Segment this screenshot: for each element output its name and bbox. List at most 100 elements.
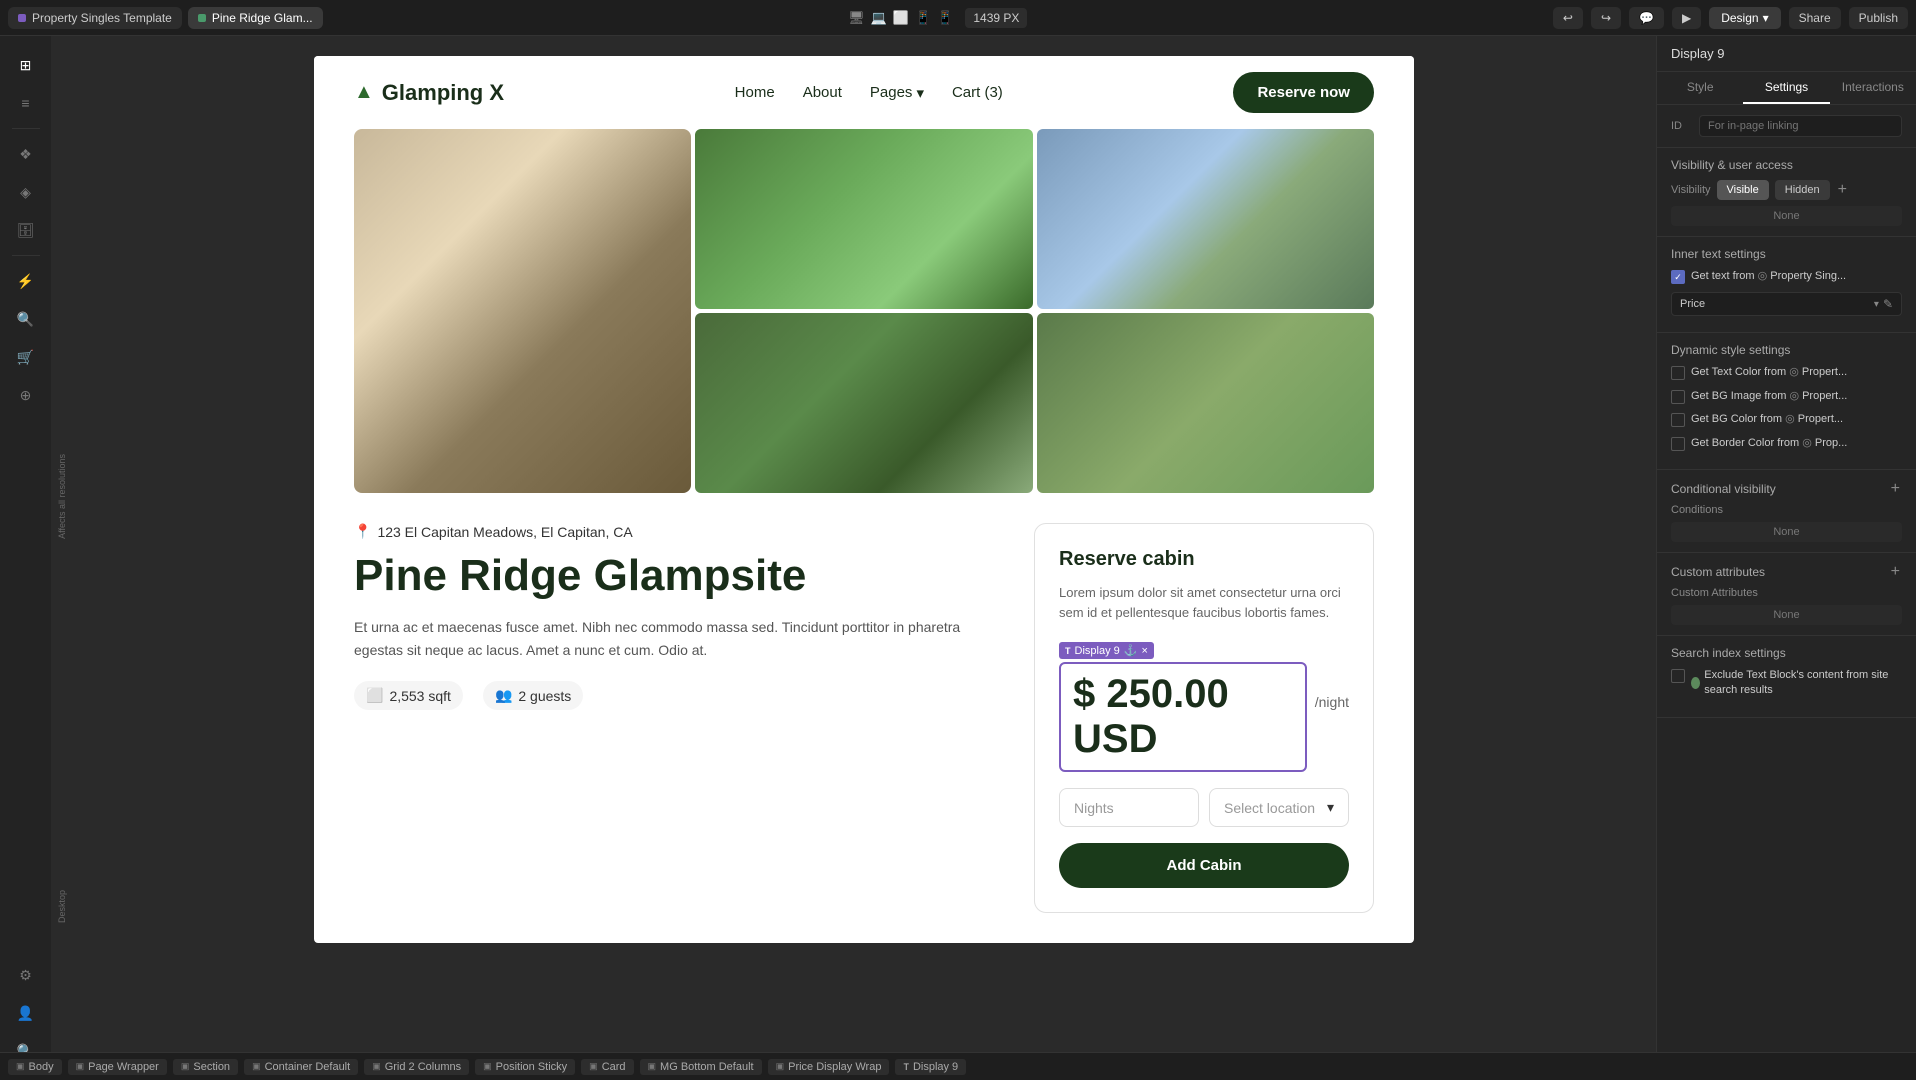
property-description: Et urna ac et maecenas fusce amet. Nibh … [354, 616, 994, 661]
exclude-search-label: Exclude Text Block's content from site s… [1704, 668, 1902, 699]
rail-interactions-icon[interactable]: ⚡ [10, 265, 42, 297]
badge-close-icon[interactable]: × [1141, 645, 1147, 657]
breadcrumb-price-wrap[interactable]: ▣ Price Display Wrap [768, 1059, 890, 1075]
visibility-add-button[interactable]: + [1836, 181, 1849, 199]
mg-label: MG Bottom Default [660, 1061, 754, 1073]
tab-property-singles[interactable]: Property Singles Template [8, 7, 182, 29]
cond-vis-none: None [1671, 522, 1902, 542]
rail-user-icon[interactable]: 👤 [10, 997, 42, 1029]
dropdown-value: Price [1680, 298, 1870, 310]
laptop-icon[interactable]: 💻 [871, 10, 887, 26]
section-label: Section [193, 1061, 230, 1073]
design-mode-button[interactable]: Design ▾ [1709, 7, 1780, 29]
tablet-landscape-icon[interactable]: ⬜ [893, 10, 909, 26]
gallery-cell-1 [695, 129, 1032, 309]
rail-cms-icon[interactable]: 🗄 [10, 214, 42, 246]
booking-description: Lorem ipsum dolor sit amet consectetur u… [1059, 583, 1349, 622]
reserve-button[interactable]: Reserve now [1233, 72, 1374, 113]
comment-button[interactable]: 💬 [1629, 7, 1664, 29]
left-rail: ⊞ ≡ ❖ ◈ 🗄 ⚡ 🔍 🛒 ⊕ ⚙ 👤 🔍 [0, 36, 52, 1080]
rail-divider-2 [12, 255, 40, 256]
panel-header: Display 9 [1657, 36, 1916, 72]
body-icon: ▣ [16, 1061, 25, 1072]
rail-apps-icon[interactable]: ⊕ [10, 379, 42, 411]
badge-label: Display 9 [1075, 645, 1120, 657]
preview-button[interactable]: ▶ [1672, 7, 1701, 29]
mg-icon: ▣ [648, 1061, 657, 1072]
breadcrumb-section[interactable]: ▣ Section [173, 1059, 238, 1075]
breadcrumb-container[interactable]: ▣ Container Default [244, 1059, 358, 1075]
id-input[interactable] [1699, 115, 1902, 137]
location-input[interactable]: Select location ▾ [1209, 788, 1349, 827]
breadcrumb-card[interactable]: ▣ Card [581, 1059, 633, 1075]
canvas-area[interactable]: ▲ Glamping X Home About Pages ▾ Cart (3)… [72, 36, 1656, 1080]
add-cabin-button[interactable]: Add Cabin [1059, 843, 1349, 888]
nav-home[interactable]: Home [735, 84, 775, 101]
affects-label: Affects all resolutions [57, 454, 67, 539]
nav-links: Home About Pages ▾ Cart (3) [735, 84, 1003, 102]
breadcrumb-body[interactable]: ▣ Body [8, 1059, 62, 1075]
tablet-portrait-icon[interactable]: 📱 [915, 10, 931, 26]
nights-input[interactable]: Nights [1059, 788, 1199, 827]
rail-components-icon[interactable]: ❖ [10, 138, 42, 170]
mobile-icon[interactable]: 📱 [937, 10, 953, 26]
visible-button[interactable]: Visible [1717, 180, 1769, 200]
tab-pine-ridge[interactable]: Pine Ridge Glam... [188, 7, 323, 29]
share-button[interactable]: Share [1789, 7, 1841, 29]
price-display: T Display 9 ⚓ × $ 250.00 USD /night [1059, 638, 1349, 772]
publish-button[interactable]: Publish [1849, 7, 1908, 29]
rail-settings-icon[interactable]: ⚙ [10, 959, 42, 991]
site-nav: ▲ Glamping X Home About Pages ▾ Cart (3)… [314, 56, 1414, 129]
tab-bar: Property Singles Template Pine Ridge Gla… [8, 7, 323, 29]
custom-attr-add-button[interactable]: + [1889, 563, 1902, 581]
nav-pages[interactable]: Pages ▾ [870, 84, 924, 102]
content-section: 📍 123 El Capitan Meadows, El Capitan, CA… [314, 523, 1414, 943]
main-area: ⊞ ≡ ❖ ◈ 🗄 ⚡ 🔍 🛒 ⊕ ⚙ 👤 🔍 Affects all reso… [0, 36, 1916, 1080]
tab-interactions[interactable]: Interactions [1830, 72, 1916, 104]
get-text-checkbox[interactable]: ✓ [1671, 270, 1685, 284]
tab-settings[interactable]: Settings [1743, 72, 1829, 104]
container-icon: ▣ [252, 1061, 261, 1072]
chevron-down-select-icon: ▾ [1327, 799, 1334, 816]
rail-seo-icon[interactable]: 🔍 [10, 303, 42, 335]
location-tag: 📍 123 El Capitan Meadows, El Capitan, CA [354, 523, 994, 540]
breadcrumb-display9[interactable]: T Display 9 [895, 1059, 966, 1075]
guests-value: 2 guests [518, 688, 571, 704]
hidden-button[interactable]: Hidden [1775, 180, 1830, 200]
redo-button[interactable]: ↪ [1591, 7, 1621, 29]
cond-vis-add-button[interactable]: + [1889, 480, 1902, 498]
gallery-cell-2 [1037, 129, 1374, 309]
exclude-search-checkbox[interactable] [1671, 669, 1685, 683]
side-labels: Affects all resolutions Desktop [52, 36, 72, 1080]
text-color-checkbox[interactable] [1671, 366, 1685, 380]
tab-style[interactable]: Style [1657, 72, 1743, 104]
inner-text-title: Inner text settings [1671, 247, 1902, 261]
visibility-none: None [1671, 206, 1902, 226]
bg-image-checkbox[interactable] [1671, 390, 1685, 404]
breadcrumb-page-wrapper[interactable]: ▣ Page Wrapper [68, 1059, 167, 1075]
custom-attr-header: Custom attributes + [1671, 563, 1902, 581]
price-dropdown[interactable]: Price ▾ ✎ [1671, 292, 1902, 316]
breadcrumb-position-sticky[interactable]: ▣ Position Sticky [475, 1059, 575, 1075]
border-color-checkbox[interactable] [1671, 437, 1685, 451]
sticky-icon: ▣ [483, 1061, 492, 1072]
breadcrumb-mg-bottom[interactable]: ▣ MG Bottom Default [640, 1059, 762, 1075]
top-bar: Property Singles Template Pine Ridge Gla… [0, 0, 1916, 36]
rail-layers-icon[interactable]: ≡ [10, 87, 42, 119]
edit-button[interactable]: ✎ [1883, 297, 1893, 311]
sqft-stat: ⬜ 2,553 sqft [354, 681, 463, 710]
undo-button[interactable]: ↩ [1553, 7, 1583, 29]
property-info: 📍 123 El Capitan Meadows, El Capitan, CA… [354, 523, 994, 913]
monitor-icon[interactable]: 🖥 [848, 10, 865, 26]
nav-cart[interactable]: Cart (3) [952, 84, 1003, 101]
check-mark: ✓ [1674, 272, 1682, 283]
rail-pages-icon[interactable]: ⊞ [10, 49, 42, 81]
bg-color-label: Get BG Color from ◎ Propert... [1691, 412, 1843, 427]
rail-assets-icon[interactable]: ◈ [10, 176, 42, 208]
guests-stat: 👥 2 guests [483, 681, 583, 710]
nav-pages-label: Pages [870, 84, 913, 101]
breadcrumb-grid[interactable]: ▣ Grid 2 Columns [364, 1059, 469, 1075]
rail-ecommerce-icon[interactable]: 🛒 [10, 341, 42, 373]
nav-about[interactable]: About [803, 84, 842, 101]
bg-color-checkbox[interactable] [1671, 413, 1685, 427]
